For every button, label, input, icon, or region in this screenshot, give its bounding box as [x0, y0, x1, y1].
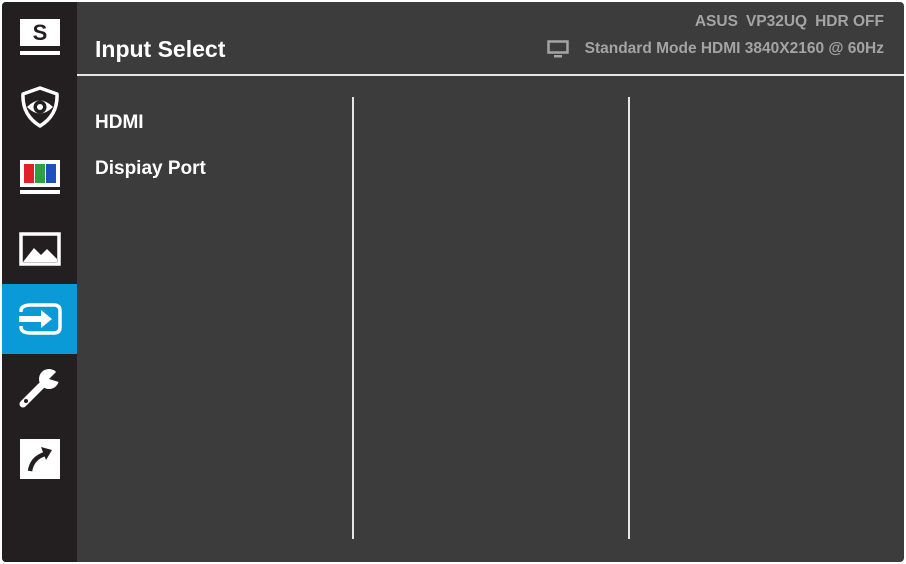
mode-status: Standard Mode HDMI 3840X2160 @ 60Hz: [546, 40, 884, 58]
page-title: Input Select: [95, 36, 226, 62]
splendid-s-label: S: [32, 20, 47, 45]
wrench-icon: [19, 367, 62, 408]
model-info: ASUS VP32UQ HDR OFF: [687, 14, 884, 30]
monitor-icon: [546, 40, 569, 58]
sidebar-item-system-setup[interactable]: [2, 354, 77, 424]
landscape-icon: [18, 232, 61, 266]
osd-panel: S Input Select ASUS VP32UQ HDR OFF Stand…: [2, 2, 904, 562]
sidebar: S: [2, 2, 77, 562]
sidebar-item-shortcut[interactable]: [2, 424, 77, 494]
menu-item-displayport[interactable]: Dispiay Port: [95, 159, 206, 178]
brand-label: ASUS: [694, 13, 738, 30]
header: Input Select ASUS VP32UQ HDR OFF Standard …: [77, 2, 904, 74]
menu-item-hdmi[interactable]: HDMI: [95, 113, 144, 132]
color-bars-icon: [19, 160, 60, 194]
splendid-s-icon: S: [19, 19, 60, 55]
hdr-status-label: HDR OFF: [815, 13, 884, 30]
eye-icon: [20, 86, 59, 128]
sidebar-item-image[interactable]: [2, 214, 77, 284]
column-divider-1: [352, 97, 354, 539]
sidebar-item-input-select[interactable]: [2, 284, 77, 354]
mode-status-text: Standard Mode HDMI 3840X2160 @ 60Hz: [584, 40, 884, 58]
sidebar-item-blue-light[interactable]: [2, 72, 77, 142]
input-arrow-icon: [18, 303, 62, 335]
model-label: VP32UQ: [745, 13, 808, 30]
sidebar-item-splendid[interactable]: S: [2, 2, 77, 72]
header-divider: [77, 74, 904, 76]
sidebar-item-color[interactable]: [2, 142, 77, 212]
column-divider-2: [628, 97, 630, 539]
shortcut-arrow-icon: [19, 439, 60, 479]
